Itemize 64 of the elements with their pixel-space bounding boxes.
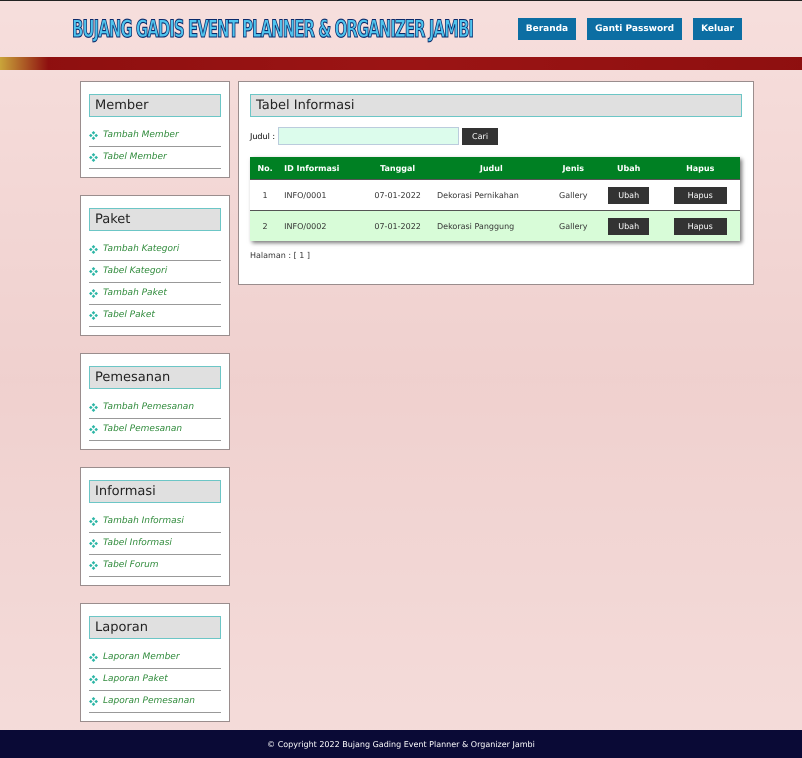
delete-button[interactable]: Hapus [674,218,727,234]
sidebar-link[interactable]: Tabel Paket [89,305,221,327]
column-header: ID Informasi [280,157,362,180]
diamond-icon [89,674,98,684]
delete-button[interactable]: Hapus [674,186,727,204]
table-cell: INFO/0002 [280,210,362,241]
diamond-icon [89,652,98,662]
table-cell: Dekorasi Panggung [433,210,550,241]
sidebar-link[interactable]: Tambah Paket [89,283,221,305]
column-header: Jenis [550,157,597,180]
diamond-icon [89,130,98,140]
diamond-icon [89,244,98,254]
diamond-icon [89,310,98,320]
sidebar-link[interactable]: Tabel Forum [89,555,221,577]
sidebar-link[interactable]: Laporan Paket [89,669,221,691]
table-cell: 07-01-2022 [362,180,433,210]
panel-title: Laporan [89,616,221,639]
panel-title: Tabel Informasi [250,94,742,117]
nav-button[interactable]: Beranda [518,18,576,40]
site-logo-title: BUJANG GADIS EVENT PLANNER & ORGANIZER JAMBI [72,14,473,44]
table-cell: 2 [250,210,280,241]
diamond-icon [89,152,98,162]
table-cell: INFO/0001 [280,180,362,210]
sidebar-link[interactable]: Tambah Informasi [89,511,221,533]
panel-title: Member [89,94,221,117]
sidebar-link[interactable]: Tambah Member [89,125,221,147]
sidebar-link[interactable]: Tambah Kategori [89,239,221,261]
edit-button[interactable]: Ubah [608,218,650,234]
search-field[interactable] [278,127,460,145]
nav-button[interactable]: Keluar [693,18,742,40]
diamond-icon [89,538,98,548]
table-cell: Gallery [550,180,597,210]
nav-button[interactable]: Ganti Password [587,18,682,40]
column-header: No. [250,157,280,180]
sidebar-link[interactable]: Tambah Pemesanan [89,397,221,419]
search-button[interactable]: Cari [462,128,498,144]
table-cell: 1 [250,180,280,210]
sidebar-link[interactable]: Tabel Kategori [89,261,221,283]
sidebar-link[interactable]: Tabel Member [89,147,221,169]
sidebar-link[interactable]: Laporan Pemesanan [89,691,221,713]
panel-title: Informasi [89,480,221,503]
footer-copyright: © Copyright 2022 Bujang Gading Event Planner & Organizer Jambi [0,730,802,758]
pagination-text: Halaman : [ 1 ] [250,251,312,260]
search-label: Judul : [250,132,276,140]
column-header: Ubah [596,157,660,180]
edit-button[interactable]: Ubah [608,186,650,204]
table-cell: 07-01-2022 [362,210,433,241]
column-header: Hapus [660,157,740,180]
diamond-icon [89,516,98,526]
table-cell: Gallery [550,210,597,241]
column-header: Tanggal [362,157,433,180]
table-cell: Dekorasi Pernikahan [433,180,550,210]
diamond-icon [89,266,98,276]
panel-title: Paket [89,208,221,231]
sidebar-link[interactable]: Tabel Pemesanan [89,419,221,441]
panel-title: Pemesanan [89,366,221,389]
diamond-icon [89,424,98,434]
sidebar-link[interactable]: Laporan Member [89,647,221,669]
diamond-icon [89,402,98,412]
diamond-icon [89,560,98,570]
diamond-icon [89,288,98,298]
sidebar-link[interactable]: Tabel Informasi [89,533,221,555]
diamond-icon [89,696,98,706]
column-header: Judul [433,157,550,180]
